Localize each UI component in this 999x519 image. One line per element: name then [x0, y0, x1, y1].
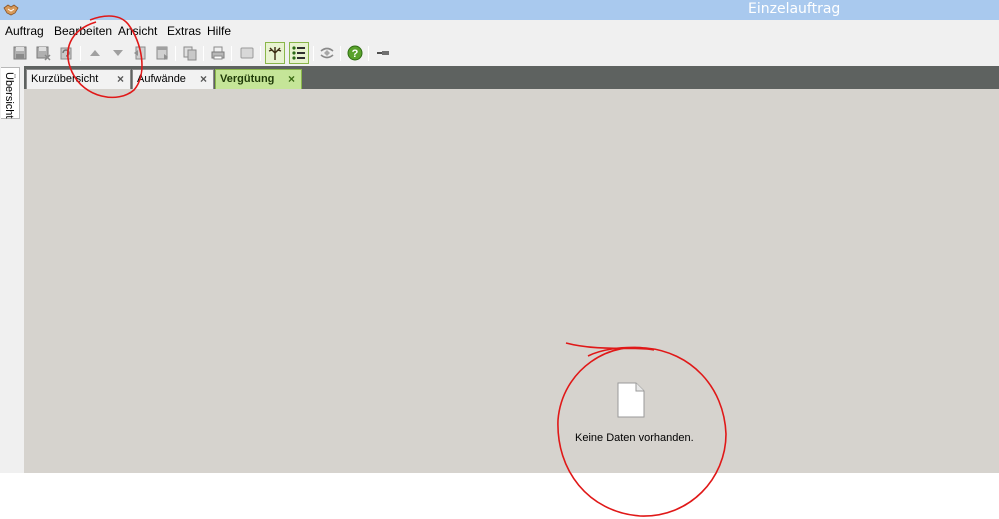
- arrow-down-icon: [113, 50, 123, 56]
- tab-verguetung[interactable]: Vergütung ×: [215, 69, 302, 89]
- tree-view-icon: [268, 47, 282, 60]
- undo-icon: [60, 47, 72, 60]
- first-document-button[interactable]: [131, 44, 149, 62]
- move-up-button[interactable]: [86, 44, 104, 62]
- save-icon: [13, 46, 27, 60]
- refresh-icon: [320, 47, 334, 59]
- tab-kurzuebersicht[interactable]: Kurzübersicht ×: [26, 69, 131, 89]
- toolbar: ?: [0, 41, 999, 66]
- help-icon: ?: [347, 45, 363, 61]
- sidebar-tab-uebersicht[interactable]: Übersicht: [1, 67, 20, 119]
- move-down-button[interactable]: [109, 44, 127, 62]
- content-area: Keine Daten vorhanden.: [24, 89, 999, 473]
- menu-ansicht[interactable]: Ansicht: [118, 24, 157, 38]
- sidebar-tab-label: Übersicht: [3, 72, 15, 119]
- list-view-button[interactable]: [289, 42, 309, 64]
- menu-auftrag[interactable]: Auftrag: [5, 24, 44, 38]
- close-icon[interactable]: ×: [117, 72, 124, 86]
- save-close-icon: [36, 46, 51, 61]
- document-last-icon: [156, 46, 168, 60]
- blank-icon: [240, 47, 254, 59]
- menu-bar: Auftrag Bearbeiten Ansicht Extras Hilfe: [0, 20, 999, 41]
- arrow-up-icon: [90, 50, 100, 56]
- menu-hilfe[interactable]: Hilfe: [207, 24, 231, 38]
- document-first-icon: [134, 46, 146, 60]
- copy-document-icon: [183, 46, 197, 61]
- tab-label: Vergütung: [220, 73, 275, 85]
- empty-state-message: Keine Daten vorhanden.: [575, 432, 694, 444]
- help-button[interactable]: ?: [346, 44, 364, 62]
- svg-text:?: ?: [352, 48, 359, 60]
- tree-view-button[interactable]: [265, 42, 285, 64]
- last-document-button[interactable]: [153, 44, 171, 62]
- document-icon: [617, 382, 645, 418]
- save-button[interactable]: [11, 44, 29, 62]
- close-icon[interactable]: ×: [200, 72, 207, 86]
- list-view-icon: [292, 46, 305, 60]
- close-icon[interactable]: ×: [288, 72, 295, 86]
- blank-button[interactable]: [238, 44, 256, 62]
- pin-button[interactable]: [374, 44, 392, 62]
- tab-aufwaende[interactable]: Aufwände ×: [132, 69, 214, 89]
- pin-icon: [377, 51, 389, 55]
- print-icon: [211, 46, 225, 60]
- save-close-button[interactable]: [34, 44, 52, 62]
- sidebar: Übersicht: [0, 66, 24, 473]
- menu-extras[interactable]: Extras: [167, 24, 201, 38]
- refresh-button[interactable]: [318, 44, 336, 62]
- tab-label: Aufwände: [137, 73, 186, 85]
- copy-document-button[interactable]: [181, 44, 199, 62]
- title-bar: Einzelauftrag: [0, 0, 999, 20]
- tab-strip: Kurzübersicht × Aufwände × Vergütung ×: [24, 66, 999, 89]
- undo-button[interactable]: [57, 44, 75, 62]
- app-window: Einzelauftrag Auftrag Bearbeiten Ansicht…: [0, 0, 999, 519]
- window-title: Einzelauftrag: [748, 1, 841, 17]
- handshake-icon: [3, 4, 19, 16]
- tab-label: Kurzübersicht: [31, 73, 99, 85]
- print-button[interactable]: [209, 44, 227, 62]
- menu-bearbeiten[interactable]: Bearbeiten: [54, 24, 112, 38]
